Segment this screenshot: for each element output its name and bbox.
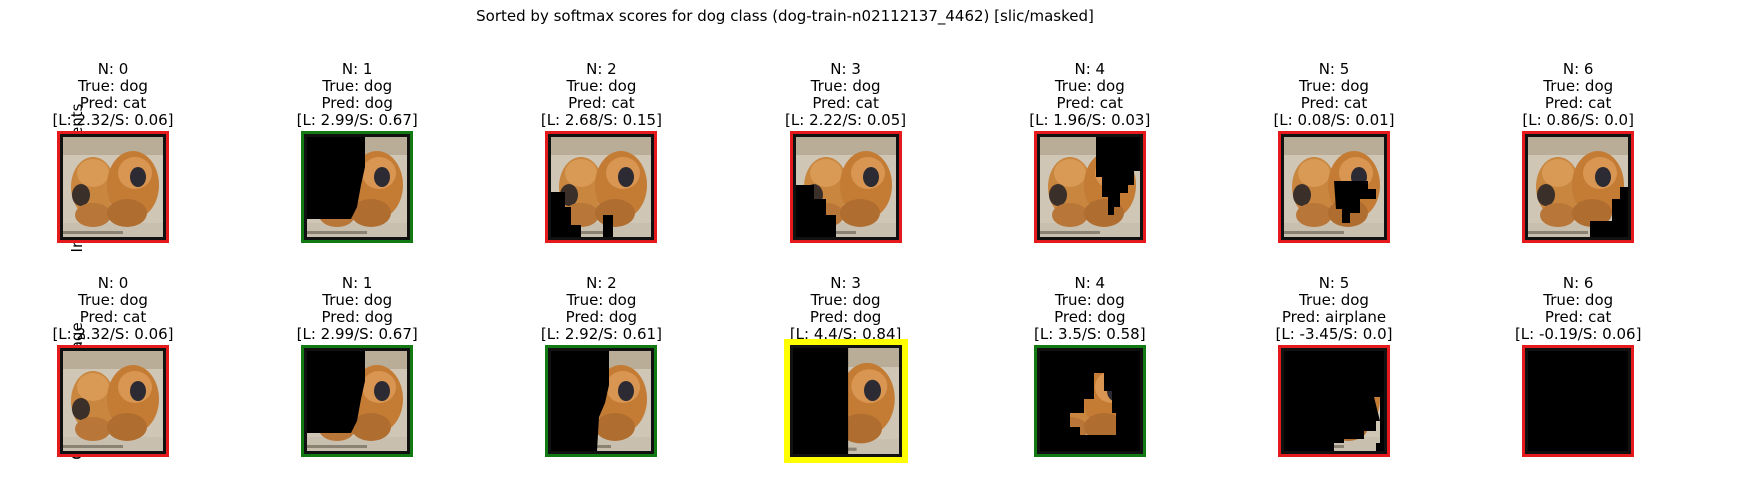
panel-true-label: True: dog: [566, 77, 637, 95]
panel-true-label: True: dog: [1054, 77, 1125, 95]
segment-image: [1522, 131, 1635, 243]
segment-image: [545, 131, 658, 243]
panel-pred-label: Pred: cat: [1056, 94, 1124, 112]
panel-n-label: N: 5: [1318, 60, 1350, 78]
panel-true-label: True: dog: [322, 291, 393, 309]
panel-title: N: 1 True: dog Pred: dog [L: 2.99/S: 0.67]: [257, 275, 457, 343]
segment-image: [545, 345, 658, 457]
panel-pred-label: Pred: cat: [568, 94, 635, 112]
panel-row0-col3: N: 3 True: dog Pred: cat [L: 2.22/S: 0.05]: [746, 61, 946, 243]
panel-n-label: N: 4: [1074, 274, 1106, 292]
panel-scores-label: [L: 2.68/S: 0.15]: [540, 111, 662, 129]
panel-title: N: 0 True: dog Pred: cat [L: 2.32/S: 0.06]: [13, 275, 213, 343]
panel-pred-label: Pred: cat: [1544, 94, 1612, 112]
panel-n-label: N: 1: [341, 60, 373, 78]
panel-scores-label: [L: 2.32/S: 0.06]: [52, 111, 174, 129]
segment-image: [301, 345, 414, 457]
panel-scores-label: [L: 2.92/S: 0.61]: [540, 325, 662, 343]
panel-n-label: N: 6: [1562, 274, 1594, 292]
panel-true-label: True: dog: [1299, 291, 1369, 309]
panel-pred-label: Pred: airplane: [1281, 308, 1387, 326]
panel-true-label: True: dog: [322, 77, 393, 95]
panel-pred-label: Pred: dog: [809, 308, 882, 326]
panel-row1-col0: N: 0 True: dog Pred: cat [L: 2.32/S: 0.06]: [13, 275, 213, 457]
panel-row0-col0: N: 0 True: dog Pred: cat [L: 2.32/S: 0.06]: [13, 61, 213, 243]
panel-row0-col5: N: 5 True: dog Pred: cat [L: 0.08/S: 0.01]: [1234, 61, 1434, 243]
panel-title: N: 5 True: dog Pred: cat [L: 0.08/S: 0.01]: [1234, 61, 1434, 129]
panel-scores-label: [L: -3.45/S: 0.0]: [1275, 325, 1393, 343]
panel-pred-label: Pred: cat: [812, 94, 879, 112]
panel-n-label: N: 0: [97, 274, 129, 292]
segment-image: [1278, 345, 1390, 457]
panel-scores-label: [L: 0.08/S: 0.01]: [1273, 111, 1395, 129]
figure-title: Sorted by softmax scores for dog class (…: [476, 7, 1094, 25]
panel-row0-col6: N: 6 True: dog Pred: cat [L: 0.86/S: 0.0]: [1478, 61, 1678, 243]
panel-title: N: 5 True: dog Pred: airplane [L: -3.45/S: …: [1234, 275, 1434, 343]
panel-row1-col4: N: 4 True: dog Pred: dog [L: 3.5/S: 0.58]: [990, 275, 1190, 457]
panel-true-label: True: dog: [810, 77, 881, 95]
panel-true-label: True: dog: [1543, 291, 1614, 309]
panel-title: N: 4 True: dog Pred: dog [L: 3.5/S: 0.58]: [990, 275, 1190, 343]
panel-title: N: 2 True: dog Pred: dog [L: 2.92/S: 0.61]: [501, 275, 701, 343]
panel-n-label: N: 0: [97, 60, 129, 78]
panel-title: N: 6 True: dog Pred: cat [L: -0.19/S: 0.06]: [1478, 275, 1678, 343]
panel-title: N: 3 True: dog Pred: cat [L: 2.22/S: 0.05]: [746, 61, 946, 129]
panel-scores-label: [L: 2.99/S: 0.67]: [296, 325, 418, 343]
segment-image: [57, 345, 169, 457]
panel-true-label: True: dog: [78, 77, 148, 95]
panel-pred-label: Pred: dog: [321, 94, 393, 112]
panel-scores-label: [L: 3.5/S: 0.58]: [1034, 325, 1146, 343]
segment-image: [57, 131, 169, 243]
panel-pred-label: Pred: cat: [1544, 308, 1612, 326]
panel-title: N: 4 True: dog Pred: cat [L: 1.96/S: 0.03]: [990, 61, 1190, 129]
panel-row1-col3: N: 3 True: dog Pred: dog [L: 4.4/S: 0.84]: [746, 275, 946, 463]
panel-scores-label: [L: 1.96/S: 0.03]: [1029, 111, 1151, 129]
panel-pred-label: Pred: cat: [1300, 94, 1368, 112]
panel-title: N: 1 True: dog Pred: dog [L: 2.99/S: 0.67]: [257, 61, 457, 129]
panel-row1-col1: N: 1 True: dog Pred: dog [L: 2.99/S: 0.67]: [257, 275, 457, 457]
panel-scores-label: [L: 0.86/S: 0.0]: [1522, 111, 1634, 129]
panel-scores-label: [L: 2.22/S: 0.05]: [785, 111, 907, 129]
panel-row0-col4: N: 4 True: dog Pred: cat [L: 1.96/S: 0.03]: [990, 61, 1190, 243]
panel-row0-col1: N: 1 True: dog Pred: dog [L: 2.99/S: 0.67]: [257, 61, 457, 243]
panel-n-label: N: 4: [1074, 60, 1106, 78]
panel-row1-col5: N: 5 True: dog Pred: airplane [L: -3.45/S: …: [1234, 275, 1434, 457]
panel-title: N: 0 True: dog Pred: cat [L: 2.32/S: 0.06]: [13, 61, 213, 129]
segment-image: [783, 339, 908, 463]
panel-n-label: N: 3: [830, 274, 861, 292]
panel-row0-col2: N: 2 True: dog Pred: cat [L: 2.68/S: 0.15]: [501, 61, 701, 243]
panel-title: N: 6 True: dog Pred: cat [L: 0.86/S: 0.0]: [1478, 61, 1678, 129]
panel-title: N: 2 True: dog Pred: cat [L: 2.68/S: 0.15]: [501, 61, 701, 129]
segment-image: [1033, 131, 1146, 243]
panel-pred-label: Pred: dog: [565, 308, 638, 326]
panel-true-label: True: dog: [1543, 77, 1614, 95]
panel-n-label: N: 6: [1562, 60, 1594, 78]
panel-pred-label: Pred: cat: [79, 308, 147, 326]
panel-true-label: True: dog: [1054, 291, 1125, 309]
panel-scores-label: [L: -0.19/S: 0.06]: [1514, 325, 1642, 343]
panel-true-label: True: dog: [1299, 77, 1369, 95]
panel-true-label: True: dog: [566, 291, 637, 309]
panel-true-label: True: dog: [810, 291, 881, 309]
panel-row1-col6: N: 6 True: dog Pred: cat [L: -0.19/S: 0.06]: [1478, 275, 1678, 457]
panel-n-label: N: 1: [341, 274, 373, 292]
panel-true-label: True: dog: [78, 291, 148, 309]
panel-n-label: N: 3: [830, 60, 861, 78]
panel-scores-label: [L: 2.32/S: 0.06]: [52, 325, 174, 343]
panel-pred-label: Pred: dog: [321, 308, 393, 326]
segment-image: [1033, 345, 1146, 457]
panel-pred-label: Pred: dog: [1054, 308, 1126, 326]
panel-scores-label: [L: 2.99/S: 0.67]: [296, 111, 418, 129]
panel-row1-col2: N: 2 True: dog Pred: dog [L: 2.92/S: 0.61]: [501, 275, 701, 457]
segment-image: [789, 131, 902, 243]
segment-image: [301, 131, 414, 243]
panel-n-label: N: 2: [586, 60, 617, 78]
panel-n-label: N: 5: [1318, 274, 1350, 292]
segment-image: [1522, 345, 1635, 457]
panel-n-label: N: 2: [586, 274, 617, 292]
segment-image: [1278, 131, 1390, 243]
panel-pred-label: Pred: cat: [79, 94, 147, 112]
panel-title: N: 3 True: dog Pred: dog [L: 4.4/S: 0.84]: [746, 275, 946, 343]
